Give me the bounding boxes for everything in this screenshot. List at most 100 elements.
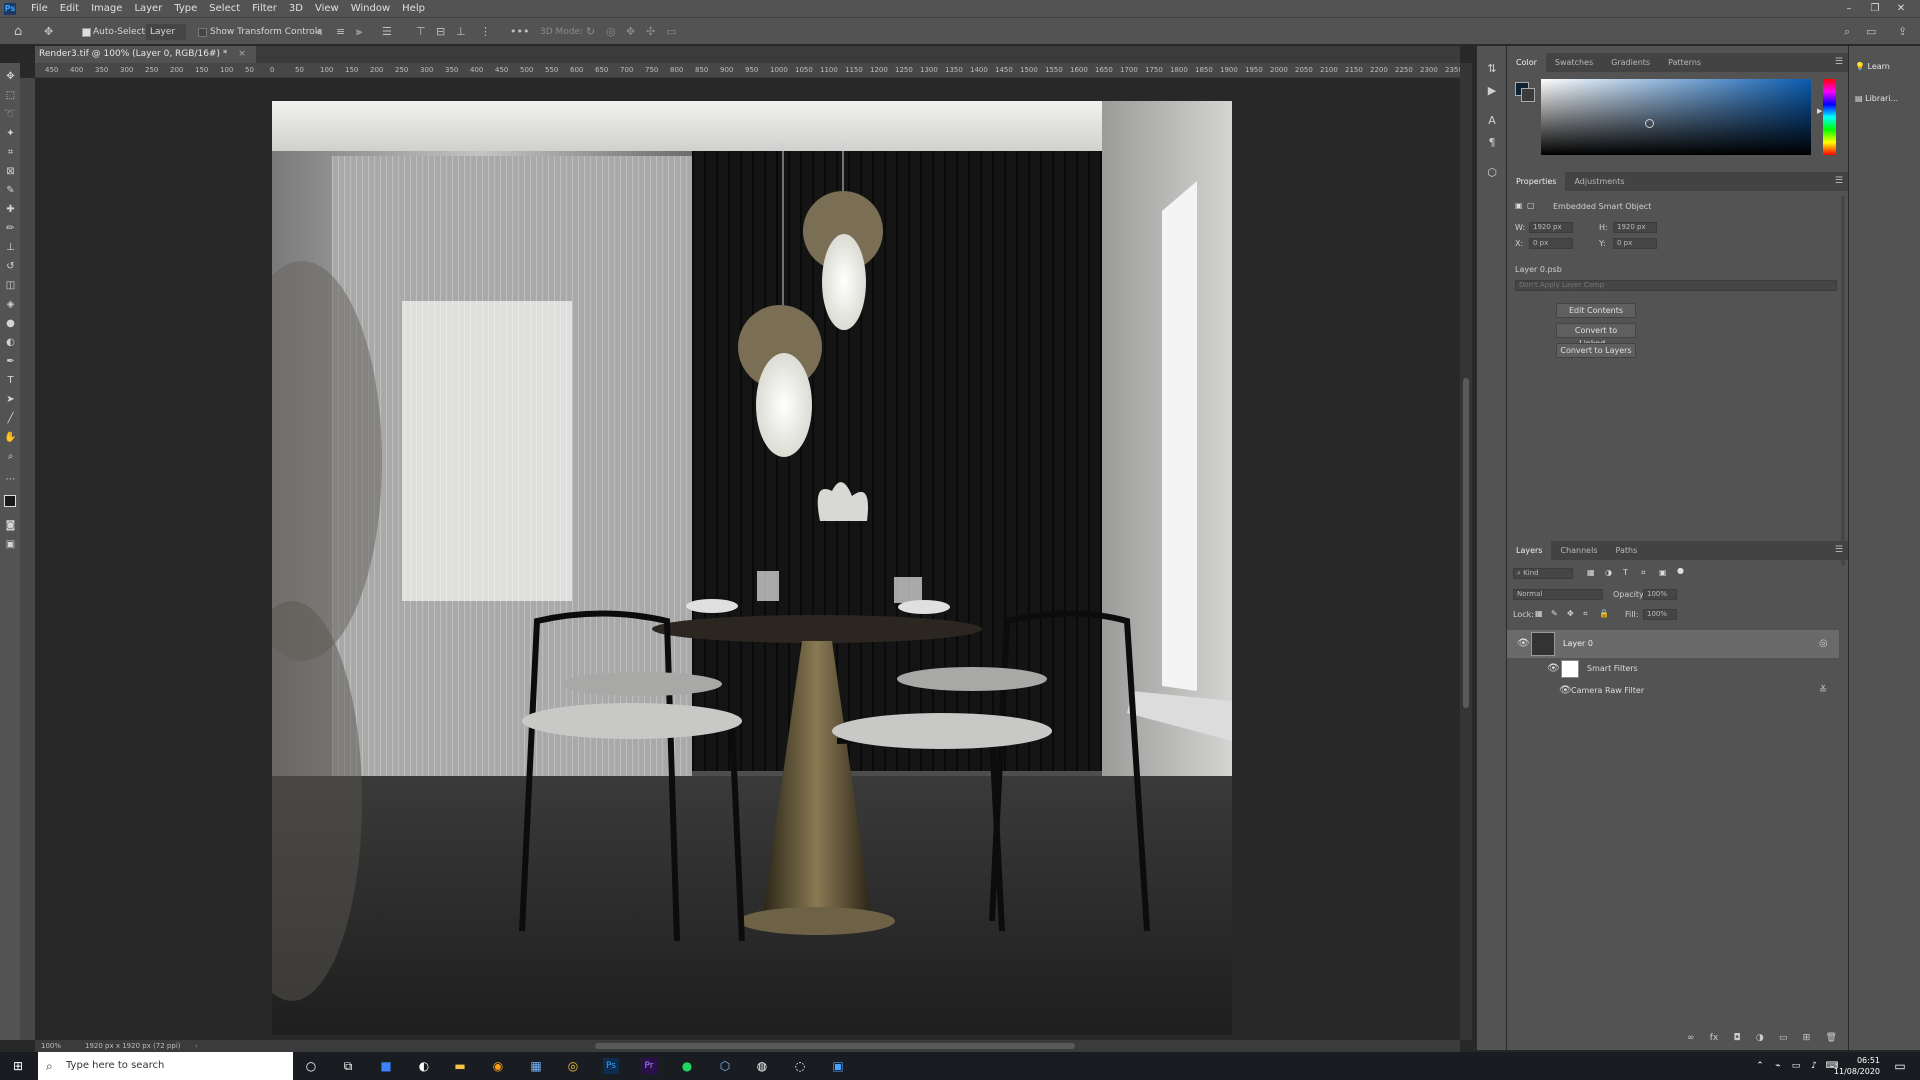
color-picker-field[interactable]: [1541, 79, 1811, 155]
dodge-tool-icon[interactable]: ◐: [4, 336, 17, 349]
lock-transparency-icon[interactable]: ▦: [1535, 609, 1543, 618]
vertical-scroll-thumb[interactable]: [1463, 378, 1469, 708]
app-icon-5[interactable]: ◌: [792, 1058, 808, 1074]
share-icon[interactable]: ⇪: [1898, 24, 1907, 40]
distribute-vertical-icon[interactable]: ⋮: [480, 24, 491, 40]
lock-pixels-icon[interactable]: ✎: [1551, 609, 1558, 618]
menu-view[interactable]: View: [309, 3, 345, 14]
eraser-tool-icon[interactable]: ◫: [4, 279, 17, 292]
layer-filter-dropdown[interactable]: ⌕ Kind: [1513, 568, 1573, 579]
menu-file[interactable]: File: [25, 3, 54, 14]
opacity-field[interactable]: 100%: [1643, 589, 1677, 600]
width-field[interactable]: 1920 px: [1529, 222, 1573, 233]
restore-button[interactable]: ❐: [1862, 0, 1888, 17]
link-layers-icon[interactable]: ∞: [1687, 1033, 1695, 1047]
menu-3d[interactable]: 3D: [283, 3, 309, 14]
align-right-icon[interactable]: ⫸: [356, 24, 362, 40]
filter-toggle-icon[interactable]: ●: [1677, 566, 1684, 575]
history-brush-tool-icon[interactable]: ↺: [4, 260, 17, 273]
new-layer-icon[interactable]: ⊞: [1803, 1033, 1811, 1047]
marquee-tool-icon[interactable]: ⬚: [4, 89, 17, 102]
learn-panel-button[interactable]: 💡 Learn: [1855, 62, 1890, 71]
brush-tool-icon[interactable]: ✏: [4, 222, 17, 235]
vertical-scrollbar[interactable]: [1460, 63, 1472, 1040]
menu-type[interactable]: Type: [168, 3, 203, 14]
task-view-icon[interactable]: ⧉: [340, 1058, 356, 1074]
type-tool-icon[interactable]: T: [4, 374, 17, 387]
horizontal-scroll-thumb[interactable]: [595, 1043, 1075, 1049]
blend-mode-dropdown[interactable]: Normal: [1513, 589, 1603, 600]
tab-channels[interactable]: Channels: [1551, 541, 1606, 560]
calculator-icon[interactable]: ▦: [528, 1058, 544, 1074]
hand-tool-icon[interactable]: ✋: [4, 431, 17, 444]
align-top-icon[interactable]: ⊤: [416, 24, 426, 40]
3d-scale-icon[interactable]: ▭: [666, 24, 676, 40]
edit-contents-button[interactable]: Edit Contents: [1556, 303, 1636, 318]
filter-adjustment-icon[interactable]: ◑: [1605, 568, 1612, 577]
3d-rotate-icon[interactable]: ↻: [586, 24, 595, 40]
taskbar-search-box[interactable]: ⌕ Type here to search: [38, 1052, 293, 1080]
smart-filters-eye-icon[interactable]: 👁: [1547, 663, 1560, 674]
libraries-panel-button[interactable]: ▤ Librari...: [1855, 94, 1898, 103]
filter-options-icon[interactable]: ≚: [1819, 685, 1827, 696]
filter-type-icon[interactable]: T: [1623, 568, 1628, 577]
tray-usb-icon[interactable]: ⌁: [1770, 1058, 1786, 1074]
taskbar-clock[interactable]: 06:51 11/08/2020: [1834, 1055, 1880, 1077]
spotify-icon[interactable]: ●: [679, 1058, 695, 1074]
align-center-icon[interactable]: ≡: [336, 24, 345, 40]
tab-paths[interactable]: Paths: [1607, 541, 1647, 560]
workspace-icon[interactable]: ▭: [1866, 24, 1876, 40]
app-icon-4[interactable]: ◍: [754, 1058, 770, 1074]
app-icon-1[interactable]: ■: [378, 1058, 394, 1074]
align-middle-icon[interactable]: ⊟: [436, 24, 445, 40]
y-field[interactable]: 0 px: [1613, 238, 1657, 249]
clone-stamp-tool-icon[interactable]: ⊥: [4, 241, 17, 254]
close-button[interactable]: ✕: [1888, 0, 1914, 17]
layer-style-icon[interactable]: fx: [1710, 1033, 1719, 1047]
healing-brush-tool-icon[interactable]: ✚: [4, 203, 17, 216]
hue-slider[interactable]: [1823, 79, 1836, 155]
file-explorer-icon[interactable]: ▬: [452, 1058, 468, 1074]
menu-select[interactable]: Select: [203, 3, 246, 14]
blender-icon[interactable]: ◉: [490, 1058, 506, 1074]
background-swatch[interactable]: [1521, 88, 1535, 102]
close-tab-icon[interactable]: ×: [238, 49, 246, 59]
3d-pan-icon[interactable]: ✥: [626, 24, 635, 40]
convert-to-layers-button[interactable]: Convert to Layers: [1556, 343, 1636, 358]
lock-artboard-icon[interactable]: ⌗: [1583, 609, 1588, 619]
magic-wand-tool-icon[interactable]: ✦: [4, 127, 17, 140]
edit-toolbar-icon[interactable]: ⋯: [4, 473, 17, 486]
filter-smart-object-icon[interactable]: ▣: [1659, 568, 1667, 577]
network-icon[interactable]: ▭: [1788, 1058, 1804, 1074]
hue-slider-arrow-icon[interactable]: ▶: [1817, 107, 1822, 115]
chrome-icon[interactable]: ◎: [565, 1058, 581, 1074]
layer-row-camera-raw-filter[interactable]: 👁 Camera Raw Filter ≚: [1507, 680, 1839, 700]
lock-position-icon[interactable]: ✥: [1567, 609, 1574, 618]
3d-slide-icon[interactable]: ✣: [646, 24, 655, 40]
history-panel-icon[interactable]: ⇅: [1485, 62, 1499, 76]
cortana-icon[interactable]: ○: [303, 1058, 319, 1074]
adjustment-layer-icon[interactable]: ◑: [1756, 1033, 1764, 1047]
3d-panel-icon[interactable]: ⬡: [1485, 166, 1499, 180]
color-picker-cursor[interactable]: [1645, 119, 1654, 128]
menu-help[interactable]: Help: [396, 3, 431, 14]
tab-gradients[interactable]: Gradients: [1602, 53, 1659, 72]
layer-row-smart-filters[interactable]: 👁 Smart Filters: [1507, 658, 1839, 680]
3d-roll-icon[interactable]: ◎: [606, 24, 616, 40]
volume-icon[interactable]: ♪: [1806, 1058, 1822, 1074]
move-tool-icon[interactable]: ✥: [4, 70, 17, 83]
vertical-ruler[interactable]: [20, 78, 35, 1040]
align-left-icon[interactable]: ⫷: [316, 24, 322, 40]
tab-color[interactable]: Color: [1507, 53, 1546, 72]
status-menu-arrow-icon[interactable]: ›: [195, 1040, 198, 1052]
menu-filter[interactable]: Filter: [246, 3, 283, 14]
actions-panel-icon[interactable]: ▶: [1485, 84, 1499, 98]
auto-select-checkbox[interactable]: [82, 28, 91, 37]
zoom-level[interactable]: 100%: [41, 1040, 61, 1052]
menu-layer[interactable]: Layer: [128, 3, 168, 14]
app-icon-2[interactable]: ◐: [416, 1058, 432, 1074]
layer-comp-dropdown[interactable]: Don't Apply Layer Comp: [1515, 280, 1837, 291]
paragraph-panel-icon[interactable]: ¶: [1485, 136, 1499, 150]
filter-shape-icon[interactable]: ⌗: [1641, 568, 1646, 578]
path-selection-tool-icon[interactable]: ➤: [4, 393, 17, 406]
